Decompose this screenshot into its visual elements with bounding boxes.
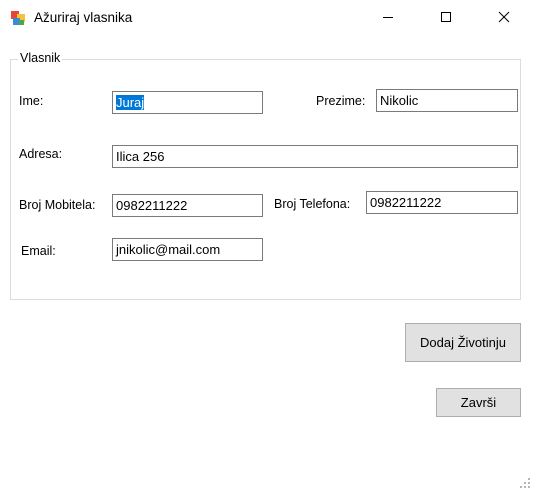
prezime-input[interactable]: Nikolic [376, 89, 518, 112]
minimize-icon [382, 11, 394, 26]
adresa-input[interactable]: Ilica 256 [112, 145, 518, 168]
ime-value: Juraj [116, 95, 145, 110]
app-icon [10, 10, 26, 26]
broj-mobitela-label: Broj Mobitela: [19, 198, 96, 212]
zavrsi-button[interactable]: Završi [436, 388, 521, 417]
maximize-icon [440, 11, 452, 26]
prezime-label: Prezime: [316, 94, 366, 108]
groupbox-title: Vlasnik [18, 51, 63, 65]
title-bar: Ažuriraj vlasnika [0, 0, 534, 38]
ime-input[interactable]: Juraj [112, 91, 263, 114]
minimize-button[interactable] [365, 0, 411, 36]
broj-telefona-input[interactable]: 0982211222 [366, 191, 518, 214]
maximize-button[interactable] [423, 0, 469, 36]
broj-mobitela-input[interactable]: 0982211222 [112, 194, 263, 217]
close-button[interactable] [481, 0, 527, 36]
close-icon [498, 11, 510, 26]
broj-telefona-label: Broj Telefona: [274, 197, 351, 211]
window-title: Ažuriraj vlasnika [34, 10, 133, 25]
email-label: Email: [21, 244, 56, 258]
adresa-label: Adresa: [19, 147, 63, 161]
resize-grip-icon[interactable] [518, 476, 532, 490]
email-input[interactable]: jnikolic@mail.com [112, 238, 263, 261]
ime-label: Ime: [19, 94, 44, 108]
dodaj-zivotinju-button[interactable]: Dodaj Životinju [405, 323, 521, 362]
